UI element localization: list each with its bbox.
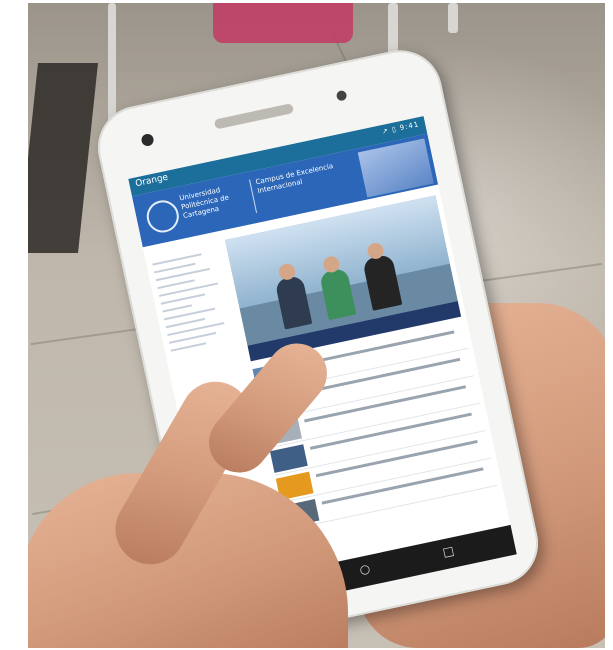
chair-leg	[108, 3, 116, 123]
university-name: Universidad Politécnica de Cartagena	[178, 186, 230, 221]
chair-seat	[213, 3, 353, 43]
menu-item[interactable]	[162, 304, 193, 313]
news-thumbnail	[269, 444, 308, 473]
photo: Orange ↗ ▯ 9:41 Universidad Politécnica …	[28, 3, 605, 648]
recent-apps-icon[interactable]: □	[441, 543, 455, 559]
menu-item[interactable]	[170, 342, 207, 352]
home-icon[interactable]: ○	[358, 561, 371, 577]
campus-label: Campus de Excelencia Internacional	[254, 162, 334, 196]
building-image	[357, 138, 434, 198]
university-logo-icon	[143, 197, 182, 236]
chair-leg	[448, 3, 458, 33]
